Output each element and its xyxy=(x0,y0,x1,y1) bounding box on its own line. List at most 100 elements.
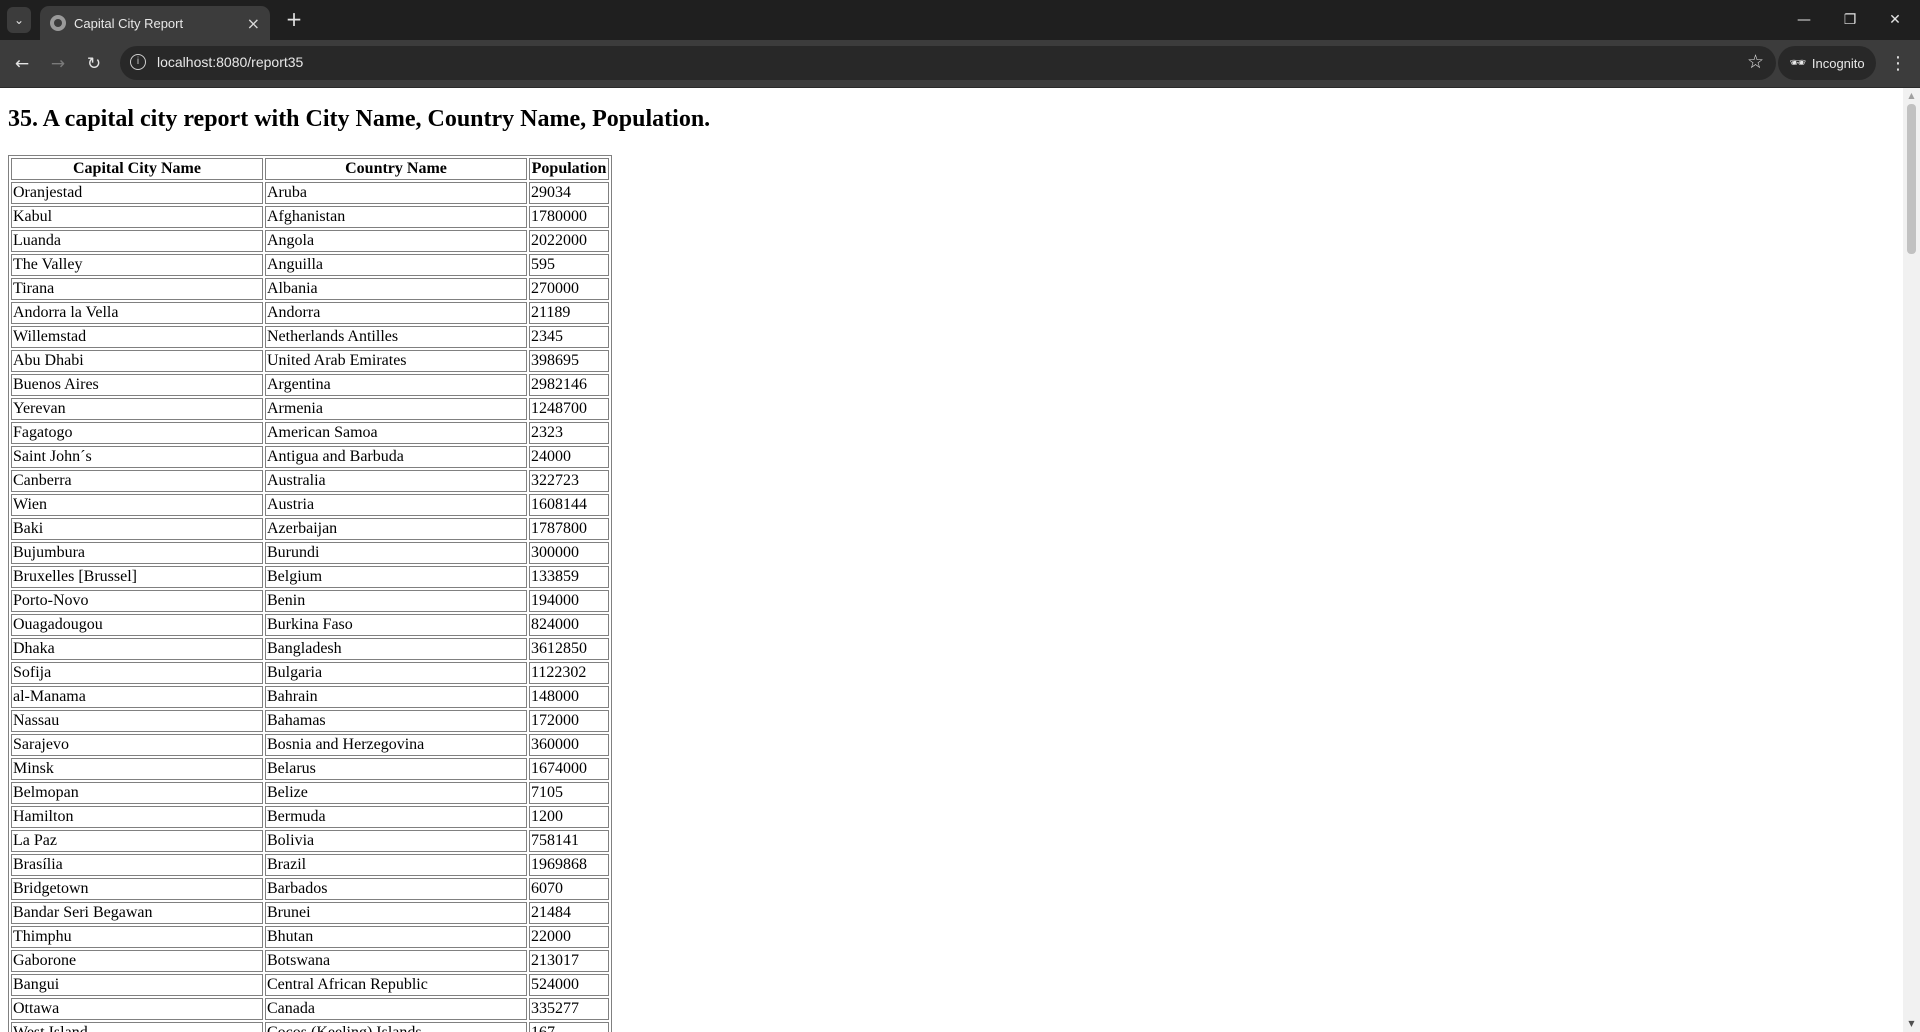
capital-city-cell: Ottawa xyxy=(11,998,263,1020)
population-cell: 524000 xyxy=(529,974,609,996)
table-row: Bujumbura Burundi 300000 xyxy=(11,542,609,564)
capital-city-cell: Andorra la Vella xyxy=(11,302,263,324)
site-info-icon[interactable]: i xyxy=(130,54,146,70)
country-cell: Brazil xyxy=(265,854,527,876)
population-cell: 1200 xyxy=(529,806,609,828)
table-row: Canberra Australia 322723 xyxy=(11,470,609,492)
close-tab-icon[interactable]: × xyxy=(247,14,260,33)
forward-button[interactable]: → xyxy=(44,50,72,78)
population-cell: 1674000 xyxy=(529,758,609,780)
country-cell: Antigua and Barbuda xyxy=(265,446,527,468)
minimize-button[interactable]: — xyxy=(1789,8,1819,32)
table-row: Dhaka Bangladesh 3612850 xyxy=(11,638,609,660)
capital-city-cell: Nassau xyxy=(11,710,263,732)
new-tab-button[interactable]: + xyxy=(282,8,306,32)
table-row: La Paz Bolivia 758141 xyxy=(11,830,609,852)
tab-strip: ⌄ Capital City Report × + — ❐ ✕ xyxy=(0,0,1920,40)
capital-city-cell: Bandar Seri Begawan xyxy=(11,902,263,924)
country-cell: Aruba xyxy=(265,182,527,204)
population-cell: 24000 xyxy=(529,446,609,468)
table-row: Nassau Bahamas 172000 xyxy=(11,710,609,732)
country-cell: Bosnia and Herzegovina xyxy=(265,734,527,756)
table-row: Bangui Central African Republic 524000 xyxy=(11,974,609,996)
back-button[interactable]: ← xyxy=(8,50,36,78)
population-cell: 1248700 xyxy=(529,398,609,420)
table-row: Baki Azerbaijan 1787800 xyxy=(11,518,609,540)
scroll-up-arrow-icon[interactable]: ▲ xyxy=(1903,88,1920,104)
table-row: Luanda Angola 2022000 xyxy=(11,230,609,252)
table-body: Oranjestad Aruba 29034 Kabul Afghanistan 1780… xyxy=(11,182,609,1032)
capital-city-cell: al-Manama xyxy=(11,686,263,708)
population-cell: 2323 xyxy=(529,422,609,444)
incognito-indicator[interactable]: 🕶 Incognito xyxy=(1778,46,1876,80)
table-row: Saint John´s Antigua and Barbuda 24000 xyxy=(11,446,609,468)
population-cell: 29034 xyxy=(529,182,609,204)
active-tab[interactable]: Capital City Report × xyxy=(40,6,270,40)
population-cell: 270000 xyxy=(529,278,609,300)
capital-city-cell: Sofija xyxy=(11,662,263,684)
table-row: Bridgetown Barbados 6070 xyxy=(11,878,609,900)
column-header-capital-city: Capital City Name xyxy=(11,158,263,180)
table-row: Bruxelles [Brussel] Belgium 133859 xyxy=(11,566,609,588)
country-cell: Barbados xyxy=(265,878,527,900)
country-cell: Armenia xyxy=(265,398,527,420)
country-cell: Bolivia xyxy=(265,830,527,852)
table-row: Oranjestad Aruba 29034 xyxy=(11,182,609,204)
address-bar[interactable]: i localhost:8080/report35 ☆ xyxy=(120,46,1776,80)
bookmark-star-icon[interactable]: ☆ xyxy=(1747,51,1764,73)
capital-city-cell: Ouagadougou xyxy=(11,614,263,636)
country-cell: Bahamas xyxy=(265,710,527,732)
capital-city-cell: Oranjestad xyxy=(11,182,263,204)
country-cell: Bhutan xyxy=(265,926,527,948)
country-cell: Bahrain xyxy=(265,686,527,708)
population-cell: 1969868 xyxy=(529,854,609,876)
tab-search-button[interactable]: ⌄ xyxy=(7,7,31,33)
table-row: Fagatogo American Samoa 2323 xyxy=(11,422,609,444)
table-row: al-Manama Bahrain 148000 xyxy=(11,686,609,708)
page-scrollbar[interactable]: ▲ ▼ xyxy=(1903,88,1920,1032)
population-cell: 194000 xyxy=(529,590,609,612)
population-cell: 3612850 xyxy=(529,638,609,660)
population-cell: 133859 xyxy=(529,566,609,588)
capital-city-table: Capital City Name Country Name Populatio… xyxy=(8,155,612,1032)
restore-button[interactable]: ❐ xyxy=(1835,8,1865,32)
country-cell: Bangladesh xyxy=(265,638,527,660)
population-cell: 21484 xyxy=(529,902,609,924)
capital-city-cell: Bangui xyxy=(11,974,263,996)
country-cell: Bermuda xyxy=(265,806,527,828)
capital-city-cell: West Island xyxy=(11,1022,263,1032)
country-cell: Andorra xyxy=(265,302,527,324)
table-row: Minsk Belarus 1674000 xyxy=(11,758,609,780)
country-cell: Afghanistan xyxy=(265,206,527,228)
capital-city-cell: Porto-Novo xyxy=(11,590,263,612)
population-cell: 1608144 xyxy=(529,494,609,516)
browser-menu-button[interactable]: ⋮ xyxy=(1884,50,1912,78)
country-cell: Anguilla xyxy=(265,254,527,276)
population-cell: 1787800 xyxy=(529,518,609,540)
scroll-down-arrow-icon[interactable]: ▼ xyxy=(1903,1016,1920,1032)
capital-city-cell: Bruxelles [Brussel] xyxy=(11,566,263,588)
reload-button[interactable]: ↻ xyxy=(80,50,108,78)
url-text[interactable]: localhost:8080/report35 xyxy=(157,54,303,70)
tab-title: Capital City Report xyxy=(74,15,184,31)
table-row: Ouagadougou Burkina Faso 824000 xyxy=(11,614,609,636)
capital-city-cell: Belmopan xyxy=(11,782,263,804)
population-cell: 2982146 xyxy=(529,374,609,396)
country-cell: Brunei xyxy=(265,902,527,924)
capital-city-cell: Abu Dhabi xyxy=(11,350,263,372)
table-row: Sofija Bulgaria 1122302 xyxy=(11,662,609,684)
table-row: Ottawa Canada 335277 xyxy=(11,998,609,1020)
country-cell: Belarus xyxy=(265,758,527,780)
population-cell: 2345 xyxy=(529,326,609,348)
population-cell: 398695 xyxy=(529,350,609,372)
scrollbar-thumb[interactable] xyxy=(1907,104,1916,254)
capital-city-cell: Kabul xyxy=(11,206,263,228)
table-row: Porto-Novo Benin 194000 xyxy=(11,590,609,612)
table-row: West IslandCocos (Keeling) Islands167 xyxy=(11,1022,609,1032)
country-cell: Cocos (Keeling) Islands xyxy=(265,1022,527,1032)
country-cell: Belgium xyxy=(265,566,527,588)
capital-city-cell: Willemstad xyxy=(11,326,263,348)
population-cell: 1122302 xyxy=(529,662,609,684)
close-window-button[interactable]: ✕ xyxy=(1880,8,1910,32)
capital-city-cell: The Valley xyxy=(11,254,263,276)
